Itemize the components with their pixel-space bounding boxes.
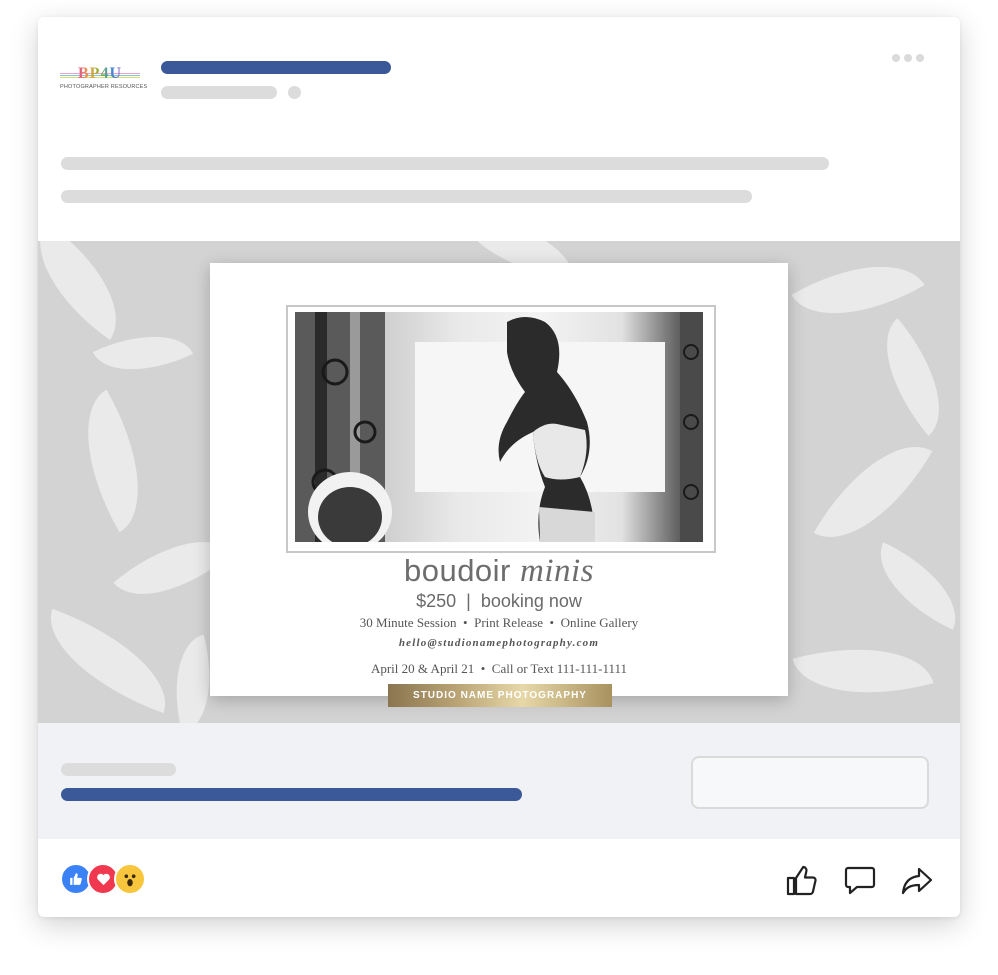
wow-reaction-icon — [114, 863, 146, 895]
session-details: 30 Minute Session • Print Release • Onli… — [359, 615, 639, 630]
leaf-pattern — [862, 542, 960, 630]
post-image[interactable]: boudoir minis $250 | booking now 30 Minu… — [38, 241, 960, 723]
leaf-pattern — [54, 389, 172, 533]
studio-name-banner: STUDIO NAME PHOTOGRAPHY — [388, 684, 612, 707]
photo-illustration — [295, 312, 703, 542]
author-name-placeholder[interactable] — [161, 61, 391, 74]
comment-icon[interactable] — [843, 863, 877, 897]
logo-subtext: PHOTOGRAPHER RESOURCES — [60, 84, 148, 90]
flyer-title-italic: minis — [520, 553, 595, 589]
leaf-pattern — [38, 608, 185, 714]
logo-letters: BP4U — [78, 65, 122, 82]
like-icon[interactable] — [785, 863, 819, 897]
page-logo[interactable]: BP4U PHOTOGRAPHER RESOURCES — [60, 65, 148, 95]
leaf-pattern — [813, 420, 933, 564]
post-text-line-1 — [61, 157, 829, 170]
flyer-title: boudoir minis — [210, 553, 788, 590]
logo-text: BP4U — [60, 65, 140, 83]
link-title-placeholder[interactable] — [61, 788, 522, 801]
share-icon[interactable] — [900, 863, 934, 897]
price-line: $250 | booking now — [416, 591, 582, 611]
reaction-summary[interactable] — [60, 863, 146, 895]
boudoir-photo — [295, 312, 703, 542]
post-card: BP4U PHOTOGRAPHER RESOURCES boudoir mini… — [38, 17, 960, 917]
photo-frame — [286, 305, 716, 553]
link-domain-placeholder — [61, 763, 176, 776]
link-action-button[interactable] — [691, 756, 929, 809]
privacy-dot — [288, 86, 301, 99]
link-preview[interactable] — [38, 723, 960, 839]
more-options-icon[interactable] — [892, 54, 924, 62]
post-text-line-2 — [61, 190, 752, 203]
post-time-placeholder — [161, 86, 277, 99]
leaf-pattern — [792, 625, 934, 717]
flyer-title-plain: boudoir — [403, 553, 520, 588]
promo-flyer: boudoir minis $250 | booking now 30 Minu… — [210, 263, 788, 696]
contact-email: hello@studionamephotography.com — [398, 637, 600, 649]
session-dates: April 20 & April 21 • Call or Text 111-1… — [370, 661, 628, 676]
leaf-pattern — [857, 318, 960, 436]
leaf-pattern — [38, 241, 145, 340]
